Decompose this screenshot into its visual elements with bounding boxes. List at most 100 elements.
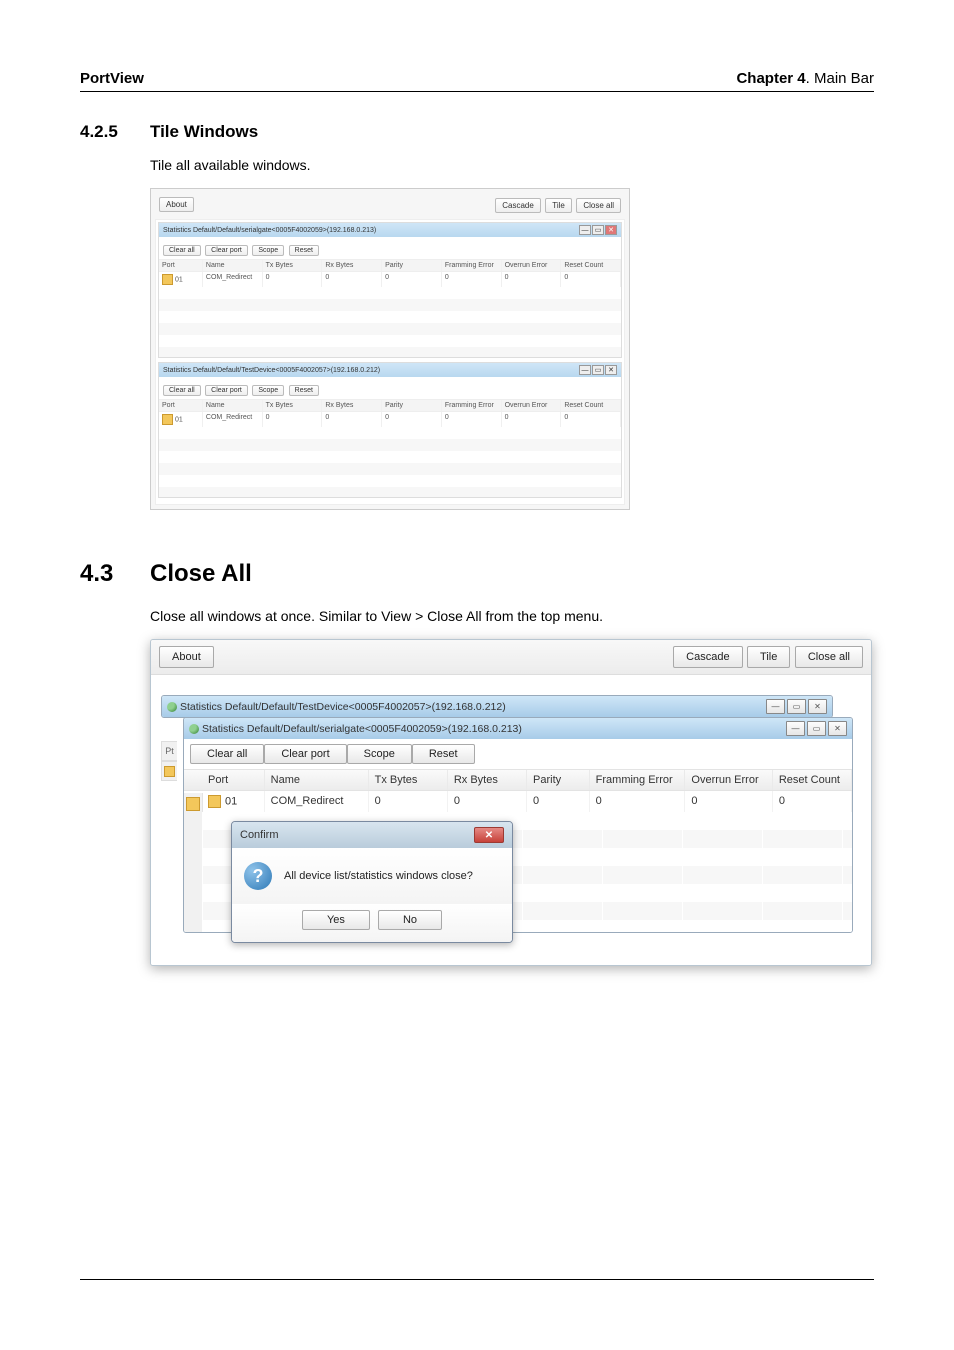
col-rx: Rx Bytes (322, 400, 382, 411)
dialog-title-text: Confirm (240, 829, 279, 841)
section-body-text: Tile all available windows. (150, 157, 874, 173)
clear-port-button[interactable]: Clear port (205, 245, 248, 256)
grid-row[interactable]: 01 COM_Redirect 0 0 0 0 0 0 (184, 791, 852, 812)
cell-tx: 0 (263, 412, 323, 427)
dialog-body: ? All device list/statistics windows clo… (232, 848, 512, 904)
globe-icon (167, 702, 177, 712)
close-button[interactable]: ✕ (605, 225, 617, 235)
yes-button[interactable]: Yes (302, 910, 370, 930)
about-button[interactable]: About (159, 197, 194, 212)
close-button[interactable]: ✕ (828, 721, 847, 736)
globe-icon (189, 724, 199, 734)
minimize-button[interactable]: — (786, 721, 805, 736)
window-controls: — ▭ ✕ (579, 225, 617, 235)
minimize-button[interactable]: — (579, 365, 591, 375)
scope-button[interactable]: Scope (347, 744, 412, 764)
cascaded-window-back: Statistics Default/Default/TestDevice<00… (161, 695, 833, 718)
window-title-text: Statistics Default/Default/serialgate<00… (202, 723, 522, 735)
dialog-buttons: Yes No (232, 904, 512, 942)
stats-grid: Port Name Tx Bytes Rx Bytes Parity Framm… (159, 259, 621, 357)
outer-toolbar: About Cascade Tile Close all (155, 193, 625, 215)
cell-parity: 0 (382, 272, 442, 287)
about-button[interactable]: About (159, 646, 214, 668)
col-overrun: Overrun Error (502, 400, 562, 411)
tiled-window-2: Statistics Default/Default/TestDevice<00… (158, 362, 622, 498)
maximize-button[interactable]: ▭ (592, 365, 604, 375)
grid-header: Port Name Tx Bytes Rx Bytes Parity Framm… (184, 769, 852, 791)
cell-port: 01 (159, 272, 203, 287)
cell-port: 01 (202, 791, 265, 812)
window-title-bar[interactable]: Statistics Default/Default/TestDevice<00… (162, 696, 832, 717)
window-controls: — ▭ ✕ (579, 365, 617, 375)
background-grid-strip: Pt (161, 741, 177, 781)
cell-name: COM_Redirect (203, 412, 263, 427)
grid-row[interactable]: 01 COM_Redirect 0 0 0 0 0 0 (159, 272, 621, 287)
dialog-message: All device list/statistics windows close… (284, 870, 473, 882)
col-rx: Rx Bytes (322, 260, 382, 271)
outer-toolbar: About Cascade Tile Close all (151, 640, 871, 675)
minimize-button[interactable]: — (766, 699, 785, 714)
col-framming: Framming Error (442, 400, 502, 411)
cell-overrun: 0 (502, 272, 562, 287)
reset-button[interactable]: Reset (289, 245, 319, 256)
clear-all-button[interactable]: Clear all (163, 385, 201, 396)
grid-row[interactable]: 01 COM_Redirect 0 0 0 0 0 0 (159, 412, 621, 427)
window-toolbar: Clear all Clear port Scope Reset (159, 377, 621, 399)
close-all-button[interactable]: Close all (576, 198, 621, 213)
col-port: Port (202, 770, 265, 790)
cascade-button[interactable]: Cascade (673, 646, 742, 668)
page-header: PortView Chapter 4. Main Bar (80, 70, 874, 92)
section-heading-43: 4.3 Close All (80, 560, 874, 588)
section-title: Close All (150, 560, 252, 588)
window-controls: — ▭ ✕ (786, 721, 847, 736)
close-all-button[interactable]: Close all (795, 646, 863, 668)
close-button[interactable]: ✕ (605, 365, 617, 375)
window-title-bar[interactable]: Statistics Default/Default/serialgate<00… (184, 718, 852, 739)
cell-resetcount: 0 (561, 272, 621, 287)
dialog-close-button[interactable]: ✕ (474, 827, 504, 843)
window-title-bar[interactable]: Statistics Default/Default/TestDevice<00… (159, 363, 621, 377)
reset-button[interactable]: Reset (412, 744, 475, 764)
header-chapter: Chapter 4 (736, 70, 805, 87)
col-rx: Rx Bytes (448, 770, 527, 790)
tile-button[interactable]: Tile (747, 646, 790, 668)
figure-tile-windows: About Cascade Tile Close all Statistics … (150, 188, 630, 510)
col-port: Port (159, 260, 203, 271)
strip-icon (161, 761, 177, 781)
window-toolbar: Clear all Clear port Scope Reset (159, 237, 621, 259)
window-title-text: Statistics Default/Default/TestDevice<00… (180, 701, 506, 713)
dialog-title-bar[interactable]: Confirm ✕ (232, 822, 512, 848)
reset-button[interactable]: Reset (289, 385, 319, 396)
window-arrange-buttons: Cascade Tile Close all (673, 646, 863, 668)
col-tx: Tx Bytes (263, 400, 323, 411)
cell-resetcount: 0 (561, 412, 621, 427)
grid-header: Port Name Tx Bytes Rx Bytes Parity Framm… (159, 259, 621, 272)
port-icon (162, 414, 173, 425)
maximize-button[interactable]: ▭ (787, 699, 806, 714)
maximize-button[interactable]: ▭ (807, 721, 826, 736)
question-icon: ? (244, 862, 272, 890)
header-right: Chapter 4. Main Bar (736, 70, 874, 87)
col-tx: Tx Bytes (369, 770, 448, 790)
header-chapter-title: . Main Bar (806, 70, 874, 87)
grid-header: Port Name Tx Bytes Rx Bytes Parity Framm… (159, 399, 621, 412)
tile-button[interactable]: Tile (545, 198, 572, 213)
port-icon (162, 274, 173, 285)
scope-button[interactable]: Scope (252, 245, 284, 256)
grid-empty-rows (159, 287, 621, 357)
clear-all-button[interactable]: Clear all (163, 245, 201, 256)
clear-port-button[interactable]: Clear port (205, 385, 248, 396)
close-button[interactable]: ✕ (808, 699, 827, 714)
cell-overrun: 0 (502, 412, 562, 427)
cascade-button[interactable]: Cascade (495, 198, 541, 213)
clear-port-button[interactable]: Clear port (264, 744, 346, 764)
minimize-button[interactable]: — (579, 225, 591, 235)
cell-overrun: 0 (685, 791, 772, 812)
window-title-bar[interactable]: Statistics Default/Default/serialgate<00… (159, 223, 621, 237)
col-tx: Tx Bytes (263, 260, 323, 271)
maximize-button[interactable]: ▭ (592, 225, 604, 235)
cell-rx: 0 (448, 791, 527, 812)
clear-all-button[interactable]: Clear all (190, 744, 264, 764)
scope-button[interactable]: Scope (252, 385, 284, 396)
no-button[interactable]: No (378, 910, 442, 930)
